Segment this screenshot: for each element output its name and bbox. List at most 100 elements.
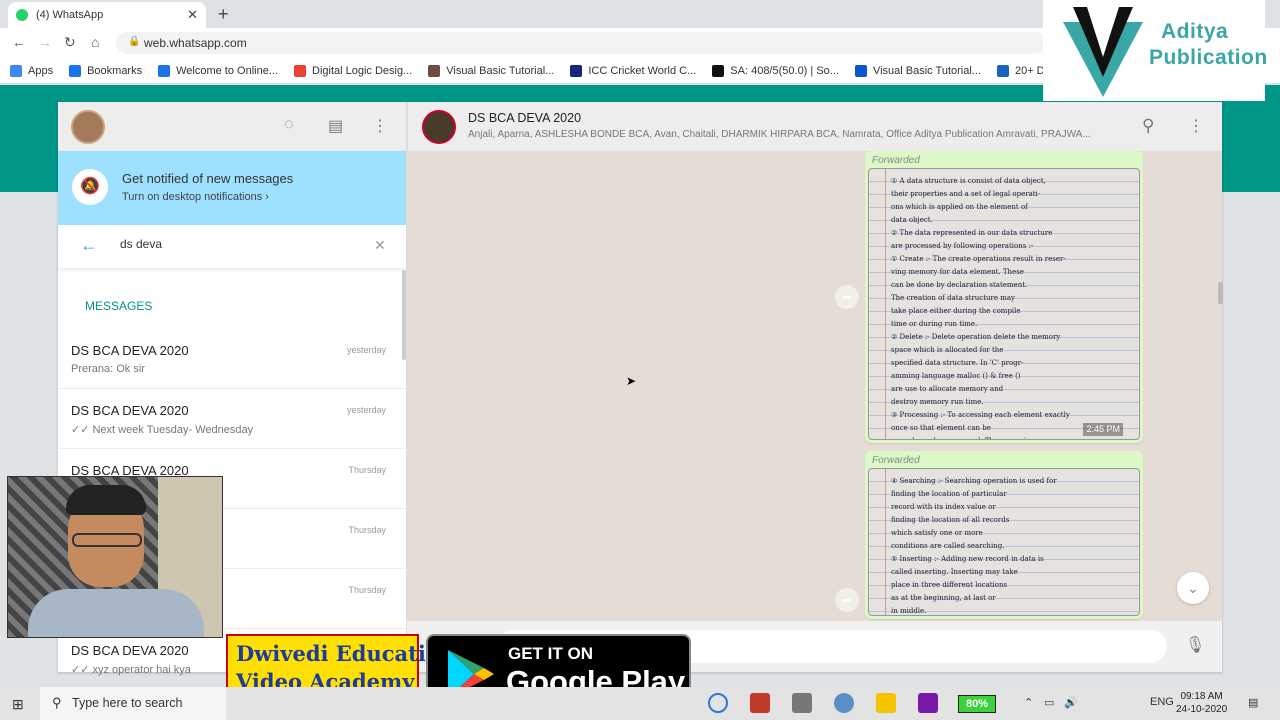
onenote-icon[interactable]: [918, 693, 938, 713]
network-icon[interactable]: ▭: [1044, 696, 1054, 709]
handwritten-line: time or during run time.: [891, 320, 978, 328]
bookmark-item[interactable]: Digital Logic Desig...: [294, 64, 412, 77]
back-arrow-icon[interactable]: ←: [80, 235, 98, 256]
notification-link[interactable]: Turn on desktop notifications ›: [122, 191, 269, 203]
result-preview: ✓✓ xyz operator hai kya: [71, 664, 191, 676]
language-indicator[interactable]: ENG: [1150, 696, 1174, 708]
search-bar: ← ✕: [58, 225, 406, 269]
cortana-icon[interactable]: [708, 693, 728, 713]
message-bubble[interactable]: Forwarded ④ Searching :- Searching operat…: [865, 451, 1143, 619]
logo-text-2: Publication: [1149, 46, 1268, 69]
result-preview: ✓✓ Next week Tuesday- Wednesday: [71, 424, 254, 436]
message-time: 2:45 PM: [1083, 423, 1123, 436]
taskbar-search[interactable]: ⚲ Type here to search: [40, 687, 226, 720]
handwritten-line: which satisfy one or more: [891, 529, 983, 537]
handwritten-line: amming language malloc () & free (): [891, 372, 1021, 380]
handwritten-line: finding the location of particular: [891, 490, 1007, 498]
calculator-icon[interactable]: [792, 693, 812, 713]
handwritten-line: in middle.: [891, 607, 927, 615]
chat-menu-icon[interactable]: ⋮: [1188, 116, 1204, 136]
avatar[interactable]: [71, 110, 105, 144]
new-tab-icon[interactable]: +: [218, 4, 229, 25]
bookmark-item[interactable]: Visual Basic Tutorial...: [854, 64, 981, 77]
handwritten-line: ① Create :- The create operations result…: [891, 255, 1066, 263]
mouse-cursor-icon: ➤: [626, 374, 637, 388]
handwritten-line: called inserting. Inserting may take: [891, 568, 1018, 576]
windows-start-icon[interactable]: ⊞: [12, 696, 24, 713]
reload-icon[interactable]: ↻: [64, 34, 76, 51]
menu-icon[interactable]: ⋮: [372, 116, 388, 136]
page-scrollbar[interactable]: [1218, 282, 1223, 304]
book-logo-icon: [1063, 7, 1143, 97]
browser-tab[interactable]: (4) WhatsApp ✕: [8, 2, 206, 28]
handwritten-line: ② The data represented in our data struc…: [891, 229, 1053, 237]
handwritten-line: space which is allocated for the: [891, 346, 1004, 354]
forward-icon[interactable]: ➦: [835, 588, 859, 612]
group-avatar[interactable]: [422, 110, 456, 144]
browser-icon[interactable]: [834, 693, 854, 713]
url-field[interactable]: 🔒 web.whatsapp.com: [116, 32, 1046, 54]
search-icon: ⚲: [52, 695, 62, 710]
handwritten-line: specified data structure. In 'C' progr-: [891, 359, 1024, 367]
close-tab-icon[interactable]: ✕: [187, 7, 198, 23]
apps-grid-icon: [10, 64, 22, 77]
chat-header[interactable]: DS BCA DEVA 2020 Anjali, Aparna, ASHLESH…: [407, 102, 1222, 151]
search-input[interactable]: [120, 237, 350, 251]
status-icon[interactable]: ◌: [284, 116, 294, 134]
bookmark-item[interactable]: SA: 408/5(50.0) | So...: [712, 64, 839, 77]
new-chat-icon[interactable]: ▤: [328, 116, 343, 136]
messages-section-header: MESSAGES: [85, 299, 153, 313]
handwritten-line: ving memory for data element. These: [891, 268, 1024, 276]
list-item[interactable]: DS BCA DEVA 2020 ✓✓ Next week Tuesday- We…: [58, 389, 406, 449]
whatsapp-app: ◌ ▤ ⋮ 🔕 Get notified of new messages Tur…: [58, 102, 1222, 689]
volume-icon[interactable]: 🔊: [1064, 696, 1078, 709]
handwritten-line: finding the location of all records: [891, 516, 1010, 524]
bookmark-item[interactable]: Apps: [10, 64, 54, 77]
search-icon[interactable]: ⚲: [1142, 116, 1154, 136]
sidebar-scrollbar[interactable]: [402, 270, 406, 360]
result-time: Thursday: [348, 585, 386, 595]
notebook-image[interactable]: ④ Searching :- Searching operation is us…: [868, 468, 1140, 616]
forwarded-label: Forwarded: [872, 155, 920, 166]
bookmark-label: Visual Basic Tutorial...: [872, 64, 981, 77]
chat-pane: DS BCA DEVA 2020 Anjali, Aparna, ASHLESH…: [407, 102, 1222, 672]
sticky-icon[interactable]: [876, 693, 896, 713]
bookmark-item[interactable]: Bookmarks: [69, 64, 143, 77]
clear-search-icon[interactable]: ✕: [374, 237, 386, 254]
handwritten-line: as at the beginning, at last or: [891, 594, 996, 602]
notifications-icon[interactable]: ▤: [1248, 696, 1258, 709]
home-icon[interactable]: ⌂: [91, 34, 99, 50]
result-name: DS BCA DEVA 2020: [71, 343, 189, 358]
forward-icon[interactable]: ➦: [835, 285, 859, 309]
bookmark-item[interactable]: Welcome to Online...: [158, 64, 278, 77]
bookmark-item[interactable]: Visual Basic Tutorial...: [428, 64, 554, 77]
bookmark-label: ICC Cricket World C...: [588, 64, 697, 77]
taskbar-search-placeholder: Type here to search: [72, 696, 183, 710]
scroll-down-icon[interactable]: ⌄: [1177, 572, 1209, 604]
result-time: Thursday: [348, 525, 386, 535]
handwritten-line: ④ Searching :- Searching operation is us…: [891, 477, 1057, 485]
message-bubble[interactable]: Forwarded ① A data structure is consist o…: [865, 151, 1143, 443]
bookmark-item[interactable]: ICC Cricket World C...: [570, 64, 697, 77]
handwritten-line: destroy memory run time.: [891, 398, 984, 406]
notebook-image[interactable]: ① A data structure is consist of data ob…: [868, 168, 1140, 440]
forward-icon[interactable]: →: [38, 34, 52, 50]
chevron-up-icon[interactable]: ⌃: [1024, 696, 1033, 709]
bookmark-label: Bookmarks: [87, 64, 143, 77]
microphone-icon[interactable]: 🎙: [1185, 635, 1205, 655]
handwritten-line: are processed by following operations :-: [891, 242, 1034, 250]
handwritten-line: ① A data structure is consist of data ob…: [891, 177, 1046, 185]
back-icon[interactable]: ←: [12, 34, 26, 50]
bookmark-label: Apps: [28, 64, 54, 77]
handwritten-line: ⑤ Inserting :- Adding new record in data…: [891, 555, 1044, 563]
site-icon: [996, 64, 1009, 77]
notification-banner[interactable]: 🔕 Get notified of new messages Turn on d…: [58, 151, 406, 225]
group-members: Anjali, Aparna, ASHLESHA BONDE BCA, Avan…: [468, 129, 1091, 140]
site-icon: [428, 64, 441, 77]
handwritten-line: record with its index value or: [891, 503, 996, 511]
handwritten-line: data object.: [891, 216, 933, 224]
clock[interactable]: 09:18 AM 24-10-2020: [1176, 690, 1227, 716]
battery-indicator[interactable]: 80%: [958, 695, 996, 713]
list-item[interactable]: DS BCA DEVA 2020 Prerana: Ok sir yesterday: [58, 329, 406, 389]
app-icon[interactable]: [750, 693, 770, 713]
